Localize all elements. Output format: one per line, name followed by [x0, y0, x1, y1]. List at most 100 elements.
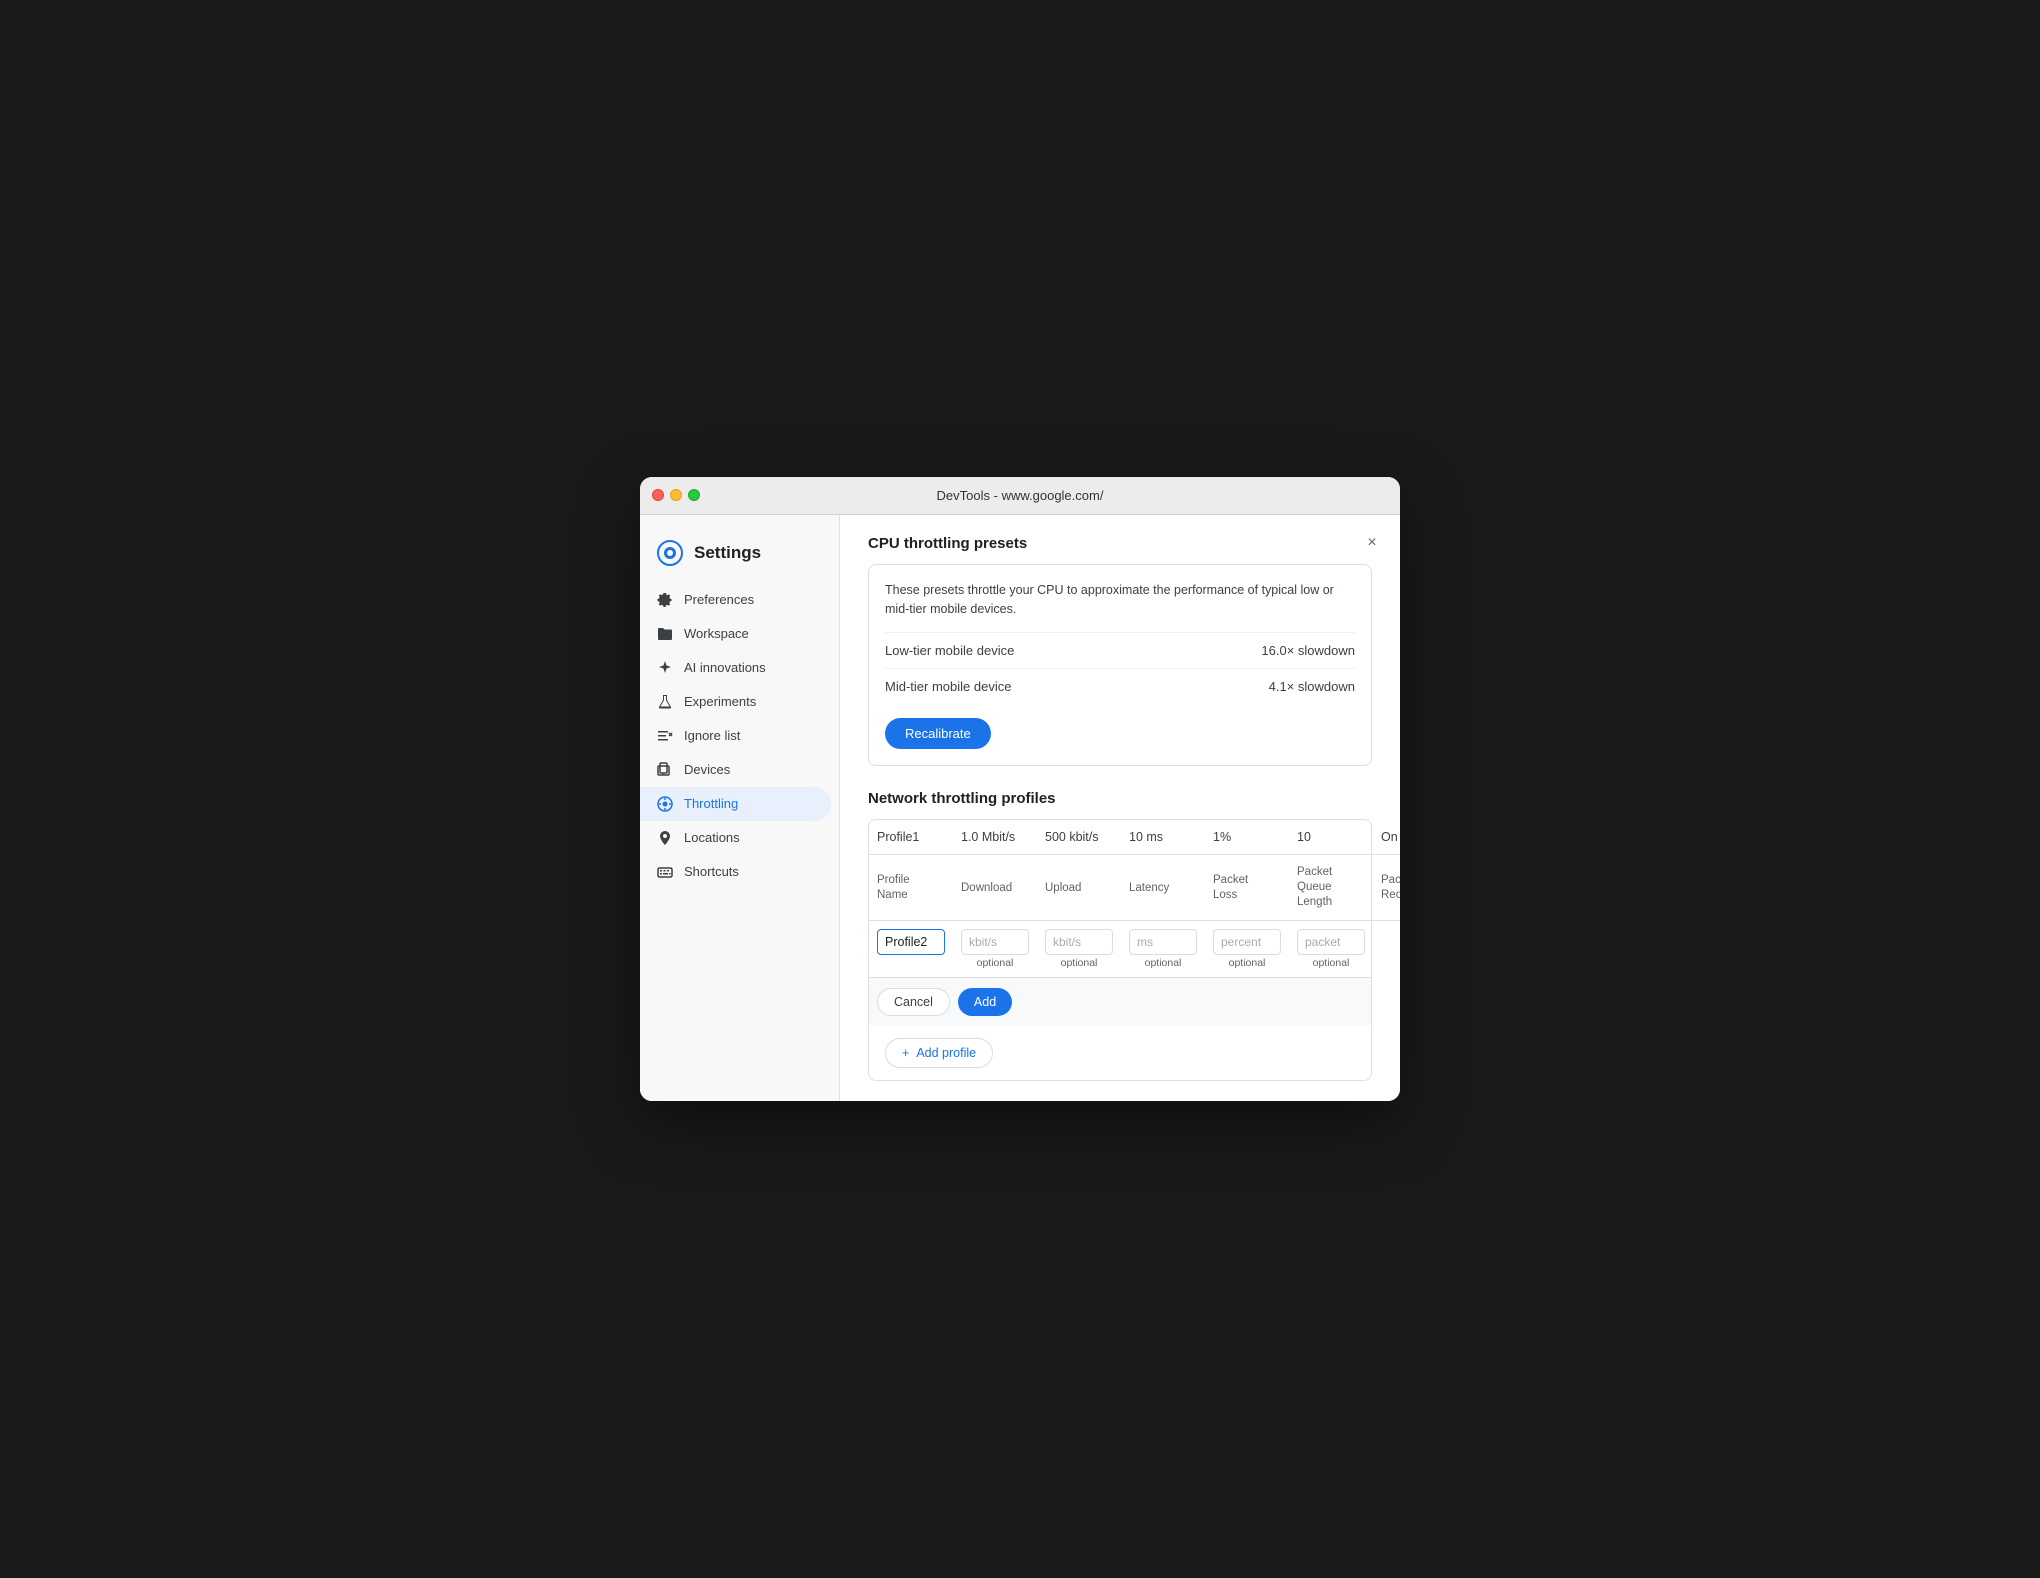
throttling-icon — [656, 795, 674, 813]
sidebar-title: Settings — [694, 543, 761, 563]
existing-profile-name: Profile1 — [869, 820, 953, 855]
existing-packet-reorder: On — [1373, 820, 1400, 855]
device-icon — [656, 761, 674, 779]
new-profile-name-cell — [869, 921, 953, 978]
preset-low-value: 16.0× slowdown — [1261, 643, 1355, 658]
download-input-wrap: optional — [961, 929, 1029, 969]
existing-upload: 500 kbit/s — [1037, 820, 1121, 855]
sidebar-item-workspace[interactable]: Workspace — [640, 617, 831, 651]
window-body: Settings Preferences Workspace — [640, 515, 1400, 1101]
sidebar-item-throttling[interactable]: Throttling — [640, 787, 831, 821]
profile-name-input[interactable] — [877, 929, 945, 955]
devtools-window: DevTools - www.google.com/ Settings Pr — [640, 477, 1400, 1101]
gear-icon — [656, 591, 674, 609]
preset-row-mid: Mid-tier mobile device 4.1× slowdown — [885, 668, 1355, 704]
new-reorder-cell — [1373, 921, 1400, 978]
loss-input-wrap: optional — [1213, 929, 1281, 969]
upload-input[interactable] — [1045, 929, 1113, 955]
existing-latency: 10 ms — [1121, 820, 1205, 855]
existing-download: 1.0 Mbit/s — [953, 820, 1037, 855]
col-header-packet-queue: Packet Queue Length — [1289, 855, 1373, 921]
existing-packet-queue: 10 — [1289, 820, 1373, 855]
cpu-description: These presets throttle your CPU to appro… — [885, 581, 1355, 619]
zoom-traffic-light[interactable] — [688, 489, 700, 501]
sidebar-label-ai-innovations: AI innovations — [684, 660, 766, 675]
preset-low-label: Low-tier mobile device — [885, 643, 1014, 658]
minimize-traffic-light[interactable] — [670, 489, 682, 501]
recalibrate-button[interactable]: Recalibrate — [885, 718, 991, 749]
col-header-name: Profile Name — [869, 855, 953, 921]
sidebar-label-experiments: Experiments — [684, 694, 756, 709]
new-queue-cell: optional — [1289, 921, 1373, 978]
cpu-section: CPU throttling presets These presets thr… — [868, 535, 1372, 767]
sidebar-label-devices: Devices — [684, 762, 730, 777]
window-title: DevTools - www.google.com/ — [937, 488, 1104, 503]
sidebar-item-ignore-list[interactable]: Ignore list — [640, 719, 831, 753]
network-section-title: Network throttling profiles — [868, 790, 1372, 807]
preset-mid-label: Mid-tier mobile device — [885, 679, 1011, 694]
main-content: × CPU throttling presets These presets t… — [840, 515, 1400, 1101]
sidebar-header: Settings — [640, 531, 839, 583]
reorder-checkbox-wrap — [1381, 929, 1400, 949]
download-input[interactable] — [961, 929, 1029, 955]
col-header-latency: Latency — [1121, 855, 1205, 921]
new-upload-cell: optional — [1037, 921, 1121, 978]
sparkle-icon — [656, 659, 674, 677]
sidebar-label-ignore-list: Ignore list — [684, 728, 740, 743]
loss-input[interactable] — [1213, 929, 1281, 955]
close-button[interactable]: × — [1360, 531, 1384, 555]
titlebar: DevTools - www.google.com/ — [640, 477, 1400, 515]
add-button[interactable]: Add — [958, 988, 1012, 1016]
sidebar-label-throttling: Throttling — [684, 796, 738, 811]
sidebar-item-ai-innovations[interactable]: AI innovations — [640, 651, 831, 685]
sidebar-item-shortcuts[interactable]: Shortcuts — [640, 855, 831, 889]
folder-icon — [656, 625, 674, 643]
form-actions: Cancel Add — [869, 977, 1371, 1026]
col-header-upload: Upload — [1037, 855, 1121, 921]
preset-mid-value: 4.1× slowdown — [1269, 679, 1355, 694]
network-section: Network throttling profiles Profile1 1.0… — [868, 790, 1372, 1081]
add-profile-label: Add profile — [916, 1046, 976, 1060]
new-loss-cell: optional — [1205, 921, 1289, 978]
queue-hint: optional — [1297, 957, 1365, 969]
col-header-packet-loss: Packet Loss — [1205, 855, 1289, 921]
sidebar-item-devices[interactable]: Devices — [640, 753, 831, 787]
latency-input[interactable] — [1129, 929, 1197, 955]
sidebar-label-shortcuts: Shortcuts — [684, 864, 739, 879]
col-header-download: Download — [953, 855, 1037, 921]
existing-packet-loss: 1% — [1205, 820, 1289, 855]
flask-icon — [656, 693, 674, 711]
table-existing-row: Profile1 1.0 Mbit/s 500 kbit/s 10 ms 1% … — [869, 820, 1400, 855]
new-download-cell: optional — [953, 921, 1037, 978]
profiles-table: Profile1 1.0 Mbit/s 500 kbit/s 10 ms 1% … — [869, 820, 1400, 977]
close-traffic-light[interactable] — [652, 489, 664, 501]
plus-icon: + — [902, 1046, 909, 1060]
cancel-button[interactable]: Cancel — [877, 988, 950, 1016]
sidebar: Settings Preferences Workspace — [640, 515, 840, 1101]
sidebar-label-locations: Locations — [684, 830, 740, 845]
sidebar-item-experiments[interactable]: Experiments — [640, 685, 831, 719]
add-profile-wrap: + Add profile — [869, 1026, 1371, 1080]
upload-hint: optional — [1045, 957, 1113, 969]
queue-input-wrap: optional — [1297, 929, 1365, 969]
traffic-lights — [652, 489, 700, 501]
queue-input[interactable] — [1297, 929, 1365, 955]
sidebar-item-locations[interactable]: Locations — [640, 821, 831, 855]
keyboard-icon — [656, 863, 674, 881]
cpu-section-title: CPU throttling presets — [868, 535, 1372, 552]
table-header-row: Profile Name Download Upload Latency Pac… — [869, 855, 1400, 921]
add-profile-button[interactable]: + Add profile — [885, 1038, 993, 1068]
col-header-packet-reorder: Packet Reordering — [1373, 855, 1400, 921]
download-hint: optional — [961, 957, 1029, 969]
network-profiles-box: Profile1 1.0 Mbit/s 500 kbit/s 10 ms 1% … — [868, 819, 1372, 1081]
sidebar-item-preferences[interactable]: Preferences — [640, 583, 831, 617]
latency-hint: optional — [1129, 957, 1197, 969]
latency-input-wrap: optional — [1129, 929, 1197, 969]
sidebar-label-preferences: Preferences — [684, 592, 754, 607]
loss-hint: optional — [1213, 957, 1281, 969]
location-icon — [656, 829, 674, 847]
upload-input-wrap: optional — [1045, 929, 1113, 969]
sidebar-label-workspace: Workspace — [684, 626, 749, 641]
cpu-preset-box: These presets throttle your CPU to appro… — [868, 564, 1372, 767]
list-x-icon — [656, 727, 674, 745]
